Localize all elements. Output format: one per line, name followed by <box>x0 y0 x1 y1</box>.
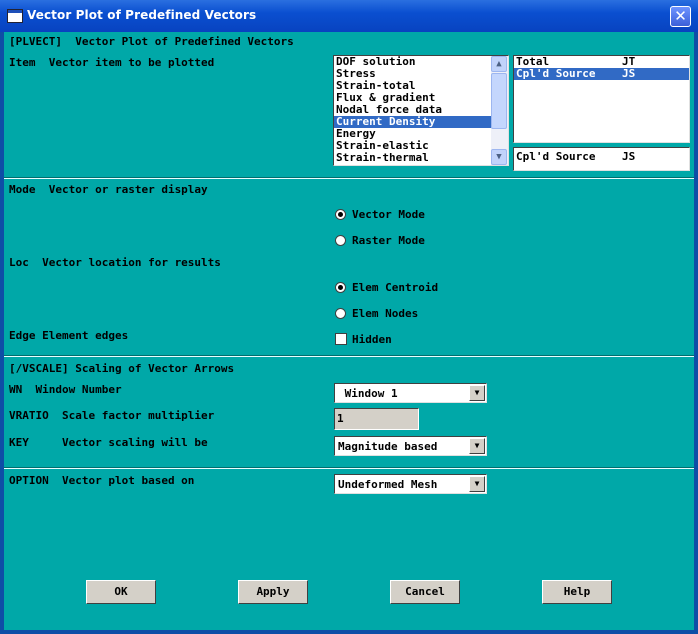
elem-nodes-label: Elem Nodes <box>352 307 419 320</box>
vscale-header: [/VSCALE] Scaling of Vector Arrows <box>9 362 235 375</box>
dialog-body: [PLVECT] Vector Plot of Predefined Vecto… <box>4 32 694 630</box>
hidden-checkbox[interactable] <box>335 333 347 345</box>
option-value: Undeformed Mesh <box>338 478 438 491</box>
list-item[interactable]: Cpl'd Source JS <box>514 68 689 80</box>
separator <box>4 355 694 357</box>
elem-nodes-radio[interactable] <box>335 308 346 319</box>
chevron-down-icon[interactable]: ▼ <box>469 385 485 401</box>
wn-label: WN Window Number <box>9 383 122 396</box>
command-header: [PLVECT] Vector Plot of Predefined Vecto… <box>9 35 294 48</box>
list-item[interactable]: Strain-thermal <box>334 152 491 164</box>
vector-mode-radio[interactable] <box>335 209 346 220</box>
chevron-down-icon[interactable]: ▼ <box>469 438 485 454</box>
item-label: Item Vector item to be plotted <box>9 56 215 69</box>
title-bar[interactable]: Vector Plot of Predefined Vectors ✕ <box>0 0 698 32</box>
separator <box>4 467 694 469</box>
separator <box>4 177 694 179</box>
item-category-list[interactable]: DOF solution Stress Strain-total Flux & gra… <box>333 55 509 166</box>
cancel-button[interactable]: Cancel <box>390 580 460 604</box>
window-number-value: Window 1 <box>338 387 398 400</box>
elem-centroid-label: Elem Centroid <box>352 281 439 294</box>
dialog-window: Vector Plot of Predefined Vectors ✕ [PLV… <box>0 0 698 634</box>
window-icon <box>7 9 23 23</box>
key-value: Magnitude based <box>338 440 438 453</box>
category-rows: DOF solution Stress Strain-total Flux & gra… <box>334 56 508 164</box>
item-selection-text: Cpl'd Source JS <box>516 150 636 163</box>
mode-label: Mode Vector or raster display <box>9 183 208 196</box>
chevron-down-icon[interactable]: ▼ <box>469 476 485 492</box>
vector-mode-label: Vector Mode <box>352 208 425 221</box>
vratio-label: VRATIO Scale factor multiplier <box>9 409 215 422</box>
up-arrow-icon[interactable]: ▲ <box>491 56 507 72</box>
item-selection-field[interactable]: Cpl'd Source JS <box>513 147 690 171</box>
item-component-list[interactable]: Total JT Cpl'd Source JS <box>513 55 690 143</box>
raster-mode-label: Raster Mode <box>352 234 425 247</box>
window-title: Vector Plot of Predefined Vectors <box>27 8 257 22</box>
elem-centroid-radio[interactable] <box>335 282 346 293</box>
scroll-thumb[interactable] <box>491 73 507 129</box>
option-label: OPTION Vector plot based on <box>9 474 195 487</box>
help-button[interactable]: Help <box>542 580 612 604</box>
ok-button[interactable]: OK <box>86 580 156 604</box>
option-select[interactable]: Undeformed Mesh ▼ <box>334 474 487 494</box>
window-number-select[interactable]: Window 1 ▼ <box>334 383 487 403</box>
component-rows: Total JT Cpl'd Source JS <box>514 56 689 80</box>
category-scrollbar[interactable]: ▲ ▼ <box>491 56 508 165</box>
key-label: KEY Vector scaling will be <box>9 436 208 449</box>
hidden-checkbox-label: Hidden <box>352 333 392 346</box>
close-button[interactable]: ✕ <box>670 6 691 27</box>
vratio-input[interactable]: 1 <box>334 408 419 430</box>
edge-label: Edge Element edges <box>9 329 129 342</box>
key-select[interactable]: Magnitude based ▼ <box>334 436 487 456</box>
down-arrow-icon[interactable]: ▼ <box>491 149 507 165</box>
loc-label: Loc Vector location for results <box>9 256 221 269</box>
apply-button[interactable]: Apply <box>238 580 308 604</box>
raster-mode-radio[interactable] <box>335 235 346 246</box>
